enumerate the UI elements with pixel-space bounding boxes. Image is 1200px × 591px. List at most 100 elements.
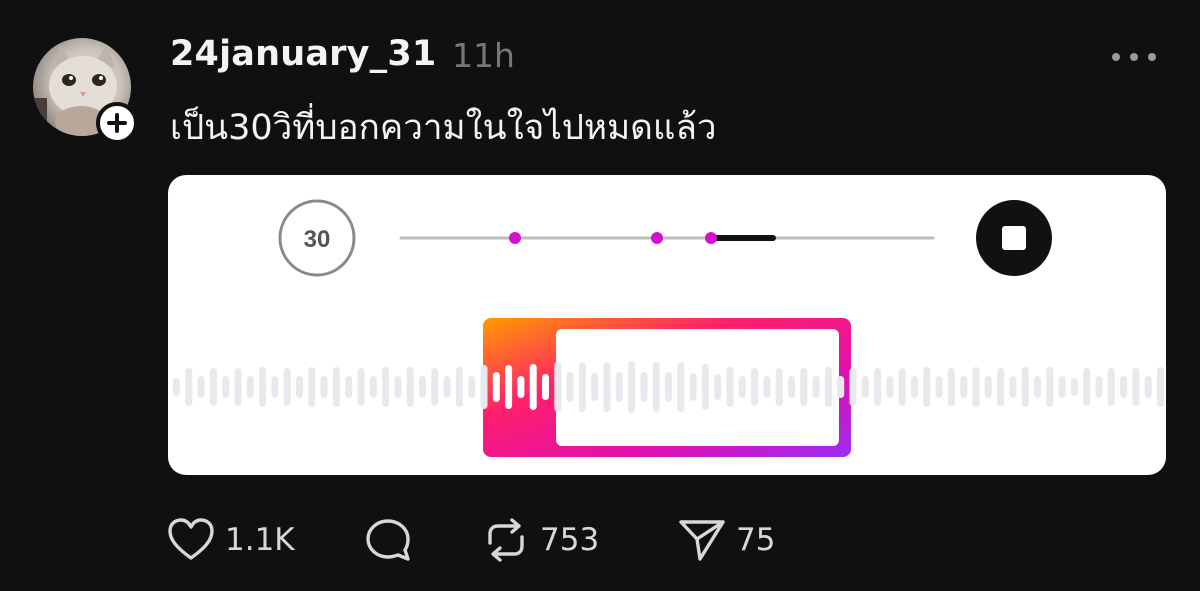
waveform-bar [419, 376, 426, 398]
waveform-bar [886, 376, 894, 398]
waveform-bar [455, 367, 463, 407]
waveform-bar [984, 376, 992, 398]
waveform-bar [652, 362, 660, 412]
waveform-bar [332, 367, 340, 407]
waveform-bar [554, 362, 562, 412]
waveform-bar [665, 372, 672, 402]
stop-button[interactable] [976, 200, 1052, 276]
comment-icon [366, 519, 410, 561]
audio-clip-card: 30 [168, 175, 1166, 475]
waveform-bar [443, 376, 451, 398]
waveform-bar [861, 376, 869, 398]
heart-icon [168, 518, 214, 560]
waveform-bar [394, 376, 402, 398]
waveform-bar [566, 372, 574, 402]
waveform-bar [197, 376, 205, 398]
waveform-bar [1083, 368, 1091, 406]
waveform-bar [1157, 367, 1164, 407]
waveform-bar [382, 367, 390, 407]
waveform-bar [677, 362, 685, 412]
waveform-bar [947, 368, 955, 406]
marker-dot[interactable] [509, 232, 521, 244]
waveform-bar [578, 362, 586, 412]
waveform-bar [960, 376, 968, 398]
waveform-bar [320, 376, 328, 398]
action-bar: 1.1K 753 75 [0, 510, 1200, 570]
waveform-bar [1046, 367, 1054, 407]
waveform-bar [1021, 367, 1029, 407]
waveform-bar [591, 373, 599, 401]
waveform-bar [246, 376, 254, 398]
waveform-bar [1070, 378, 1078, 396]
waveform-bar [209, 368, 217, 406]
waveform-bar [837, 376, 845, 398]
waveform-bar [775, 368, 783, 406]
waveform-bar [505, 365, 513, 409]
waveform-bar [972, 367, 980, 407]
post-caption: เป็น30วิที่บอกความในใจไปหมดแล้ว [170, 108, 717, 148]
waveform-bar [923, 367, 931, 407]
waveform-bar [874, 368, 882, 406]
waveform-bar [824, 367, 832, 407]
comment-button[interactable] [364, 510, 412, 570]
waveform-bar [997, 368, 1005, 406]
timeline-slider[interactable] [399, 232, 935, 244]
waveform-bar [898, 368, 906, 406]
waveform-bar [369, 376, 377, 398]
waveform-bar [812, 376, 820, 398]
waveform-bar [173, 378, 180, 396]
waveform-bar [1058, 376, 1066, 398]
waveform-bar [1009, 376, 1017, 398]
like-count: 1.1K [225, 522, 295, 558]
waveform-bar [271, 376, 279, 398]
waveform-bar [763, 376, 771, 398]
share-count: 75 [736, 522, 776, 558]
share-button[interactable]: 75 [678, 510, 775, 570]
plus-icon [107, 113, 127, 133]
waveform-bar [1120, 376, 1128, 398]
waveform-bar [234, 368, 242, 406]
like-button[interactable]: 1.1K [167, 510, 295, 570]
duration-badge[interactable]: 30 [278, 199, 356, 277]
waveform-bar [849, 368, 857, 406]
stop-icon [1002, 226, 1026, 250]
waveform-bar [726, 367, 734, 407]
waveform-bar [640, 372, 648, 402]
repost-button[interactable]: 753 [482, 510, 599, 570]
waveform-bar [406, 367, 414, 407]
waveform-bar [1095, 376, 1103, 398]
waveform-bar [701, 364, 709, 410]
waveform-bar [529, 364, 537, 410]
waveform-bar [283, 368, 291, 406]
waveform-bar [542, 374, 549, 400]
waveform-bar [480, 365, 488, 409]
repost-count: 753 [540, 522, 600, 558]
waveform-bar [492, 372, 500, 402]
waveform-bar [357, 368, 365, 406]
post-time: 11h [452, 36, 515, 75]
follow-button[interactable] [96, 102, 138, 144]
marker-dot[interactable] [651, 232, 663, 244]
waveform-bar [431, 368, 439, 406]
waveform-bar [296, 376, 303, 398]
repost-icon [488, 518, 524, 562]
marker-dot[interactable] [705, 232, 717, 244]
waveform-bar [788, 376, 795, 398]
waveform-bar [1132, 368, 1140, 406]
waveform-bar [517, 376, 525, 398]
waveform-bar [1144, 376, 1152, 398]
waveform-bar [185, 368, 193, 406]
waveform-bar [468, 376, 476, 398]
waveform-bar [714, 374, 722, 400]
username[interactable]: 24january_31 [170, 34, 436, 74]
waveform-bar [615, 372, 623, 402]
waveform-bar [911, 376, 918, 398]
waveform-bar [628, 361, 636, 413]
waveform-bar [603, 362, 611, 412]
waveform-bar [800, 368, 808, 406]
waveform-bar [259, 367, 267, 407]
waveform-bar [1107, 368, 1115, 406]
waveform-bar [1034, 376, 1041, 398]
more-options-button[interactable] [1112, 42, 1156, 72]
send-icon [679, 520, 725, 561]
